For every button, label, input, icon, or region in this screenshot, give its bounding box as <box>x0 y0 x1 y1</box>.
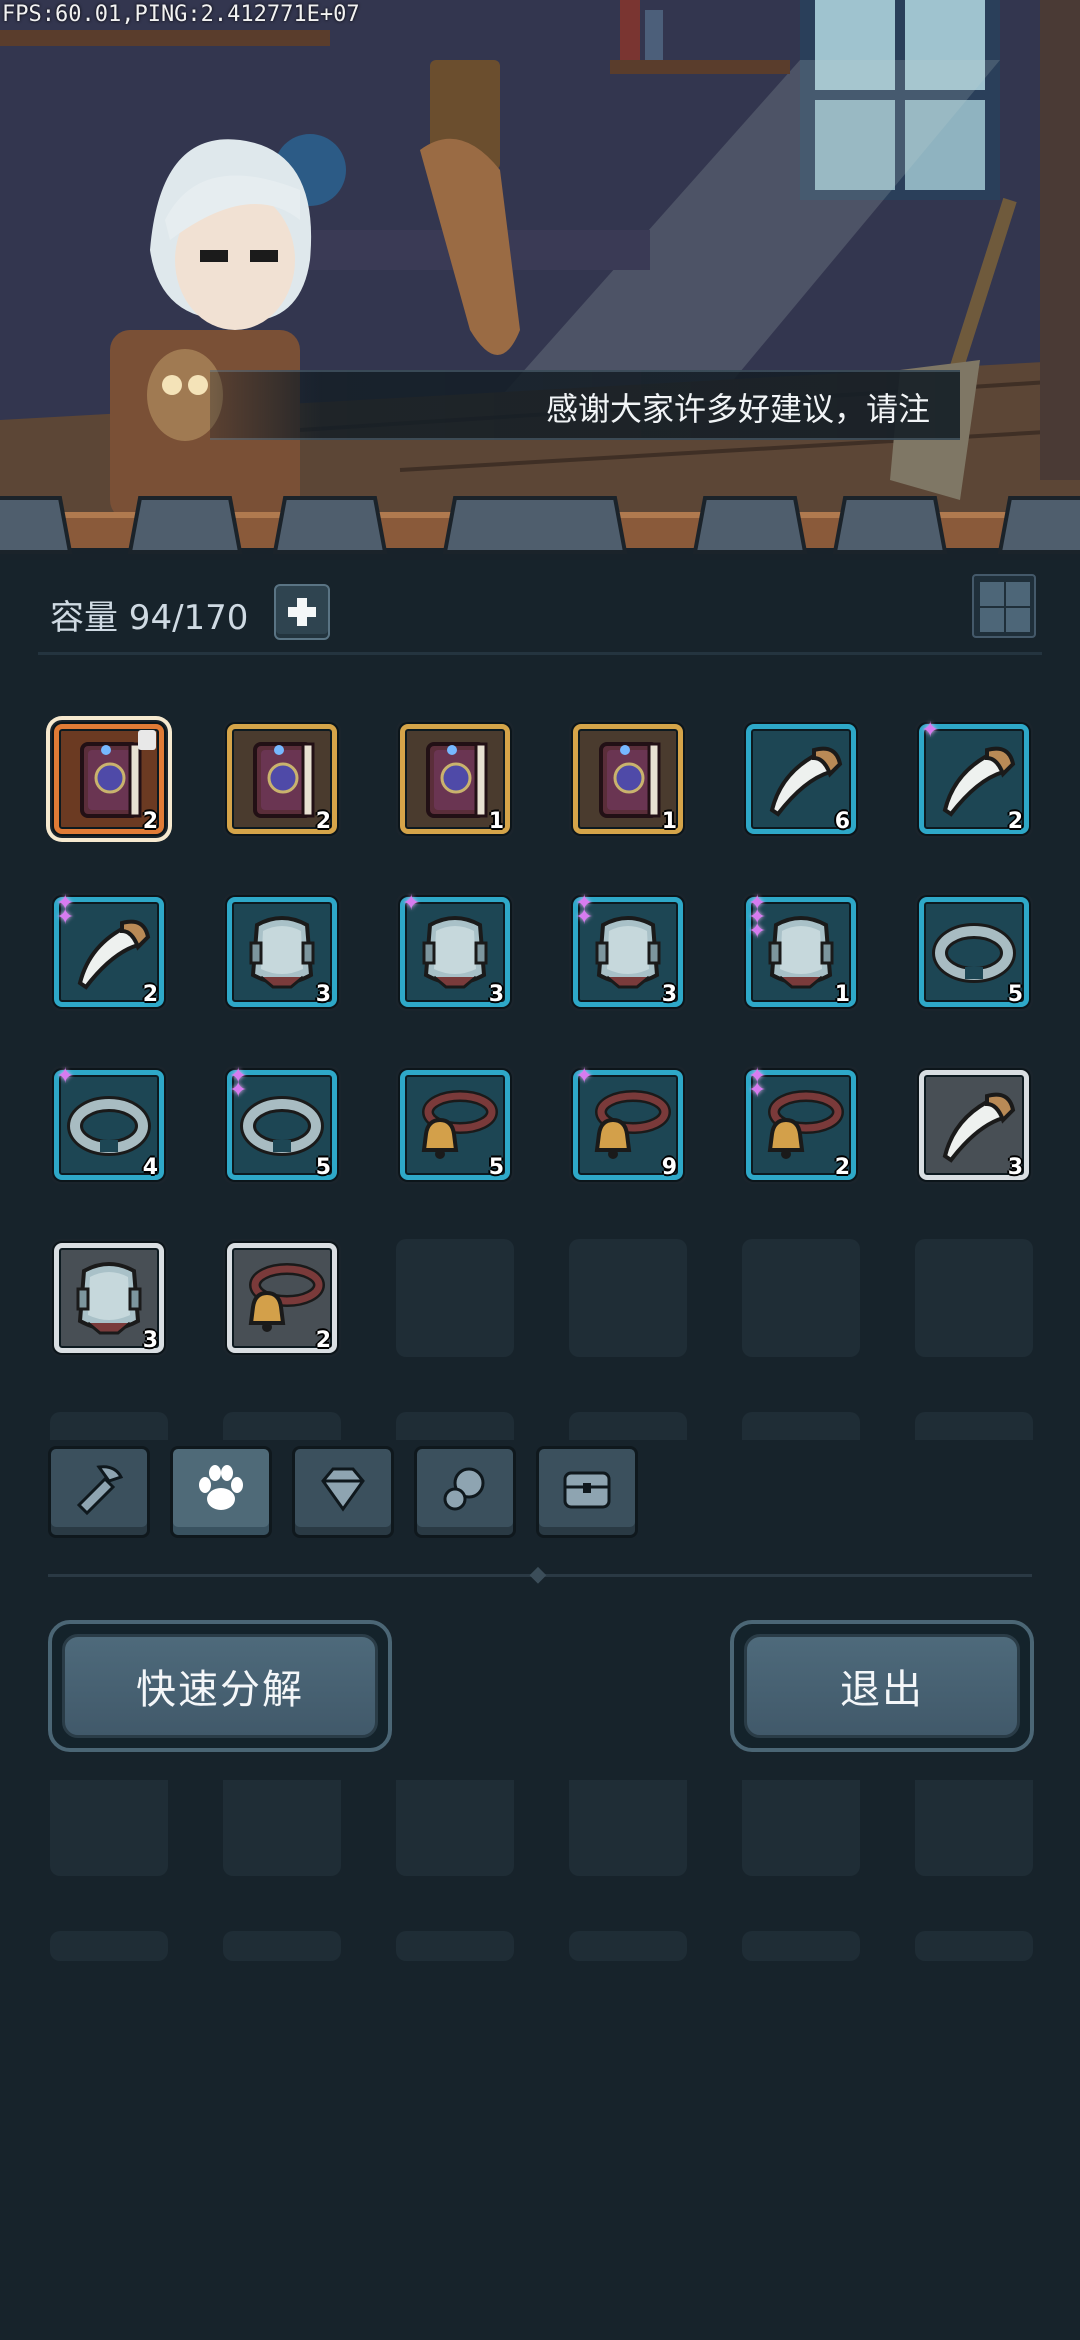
inventory-slot[interactable]: 2 <box>223 1239 341 1357</box>
header-divider <box>38 652 1042 655</box>
item-count: 3 <box>661 982 677 1007</box>
star-icon: ✦ <box>921 718 940 743</box>
inventory-slot[interactable]: ✦ 2 <box>915 720 1033 838</box>
star-rank-icons: ✦ <box>56 1064 84 1089</box>
star-icon: ✦ <box>575 1064 594 1089</box>
tab-paw[interactable] <box>170 1446 272 1538</box>
empty-slot <box>742 1931 860 1961</box>
inventory-slot[interactable]: ✦ ✦ 5 <box>223 1066 341 1184</box>
empty-slot <box>396 1931 514 1961</box>
tab-gem[interactable] <box>292 1446 394 1538</box>
star-rank-icons: ✦ ✦ <box>748 1066 776 1103</box>
star-icon: ✦ <box>56 905 75 930</box>
empty-slot <box>569 1931 687 1961</box>
inventory-slot[interactable]: 6 <box>742 720 860 838</box>
star-icon: ✦ <box>575 905 594 930</box>
dialog-banner: 感谢大家许多好建议，请注 <box>210 370 960 440</box>
star-rank-icons: ✦ ✦ <box>229 1066 257 1103</box>
star-icon: ✦ <box>56 1064 75 1089</box>
item-count: 2 <box>834 1155 850 1180</box>
empty-slot <box>915 1239 1033 1357</box>
star-rank-icons: ✦ ✦ <box>56 893 84 930</box>
grid-view-icon[interactable] <box>972 574 1036 638</box>
inventory-slot[interactable]: ✦ 4 <box>50 1066 168 1184</box>
item-count: 9 <box>661 1155 677 1180</box>
item-count: 2 <box>142 982 158 1007</box>
tab-chest[interactable] <box>536 1446 638 1538</box>
item-count: 2 <box>315 809 331 834</box>
inventory-slot[interactable]: ✦ ✦ 2 <box>50 893 168 1011</box>
star-rank-icons: ✦ ✦ <box>575 893 603 930</box>
tab-material-stones[interactable] <box>414 1446 516 1538</box>
inventory-slot[interactable]: 3 <box>50 1239 168 1357</box>
star-icon: ✦ <box>748 1078 767 1103</box>
inventory-slot[interactable]: 5 <box>915 893 1033 1011</box>
star-icon: ✦ <box>229 1078 248 1103</box>
inventory-slot[interactable]: ✦ ✦ 3 <box>569 893 687 1011</box>
item-count: 1 <box>661 809 677 834</box>
star-rank-icons: ✦ <box>921 718 949 743</box>
wooden-rail-divider <box>0 496 1080 554</box>
exit-label: 退出 <box>744 1634 1020 1738</box>
debug-fps-text: FPS:60.01,PING:2.412771E+07 <box>2 2 360 27</box>
item-count: 6 <box>834 809 850 834</box>
inventory-slot[interactable]: 3 <box>223 893 341 1011</box>
lock-icon <box>138 730 156 750</box>
quick-decompose-button[interactable]: 快速分解 <box>48 1620 392 1752</box>
add-capacity-button[interactable] <box>274 584 330 640</box>
inventory-slot[interactable]: 1 <box>569 720 687 838</box>
item-count: 1 <box>834 982 850 1007</box>
item-count: 3 <box>1007 1155 1023 1180</box>
inventory-slot[interactable]: 3 <box>915 1066 1033 1184</box>
star-icon: ✦ <box>402 891 421 916</box>
item-count: 1 <box>488 809 504 834</box>
inventory-slot[interactable]: 2 <box>223 720 341 838</box>
item-count: 3 <box>315 982 331 1007</box>
inventory-slot[interactable]: ✦ 9 <box>569 1066 687 1184</box>
star-rank-icons: ✦ ✦ ✦ <box>748 893 776 944</box>
scene-illustration <box>0 0 1080 520</box>
empty-slot <box>396 1239 514 1357</box>
empty-slot <box>915 1931 1033 1961</box>
star-rank-icons: ✦ <box>575 1064 603 1089</box>
item-count: 2 <box>315 1328 331 1353</box>
empty-slot <box>742 1239 860 1357</box>
item-count: 4 <box>142 1155 158 1180</box>
inventory-slot[interactable]: ✦ ✦ ✦ 1 <box>742 893 860 1011</box>
divider-ornament-icon: ◆ <box>529 1562 547 1587</box>
empty-slot <box>569 1239 687 1357</box>
item-count: 2 <box>1007 809 1023 834</box>
quick-decompose-label: 快速分解 <box>62 1634 378 1738</box>
item-count: 5 <box>1007 982 1023 1007</box>
dialog-text: 感谢大家许多好建议，请注 <box>545 390 930 428</box>
item-count: 5 <box>315 1155 331 1180</box>
inventory-slot[interactable]: ✦ 3 <box>396 893 514 1011</box>
item-count: 2 <box>142 809 158 834</box>
star-rank-icons: ✦ <box>402 891 430 916</box>
empty-slot <box>223 1931 341 1961</box>
item-count: 3 <box>488 982 504 1007</box>
item-count: 5 <box>488 1155 504 1180</box>
star-icon: ✦ <box>748 919 767 944</box>
inventory-slot[interactable]: 5 <box>396 1066 514 1184</box>
tab-weapon-tools[interactable] <box>48 1446 150 1538</box>
empty-slot <box>50 1931 168 1961</box>
item-count: 3 <box>142 1328 158 1353</box>
inventory-slot[interactable]: ✦ ✦ 2 <box>742 1066 860 1184</box>
inventory-slot[interactable]: 1 <box>396 720 514 838</box>
inventory-slot[interactable]: 2 <box>50 720 168 838</box>
exit-button[interactable]: 退出 <box>730 1620 1034 1752</box>
plus-icon-bar <box>297 598 307 626</box>
capacity-label: 容量 94/170 <box>50 598 249 638</box>
story-scene: FPS:60.01,PING:2.412771E+07 感谢大家许多好建议，请注 <box>0 0 1080 520</box>
